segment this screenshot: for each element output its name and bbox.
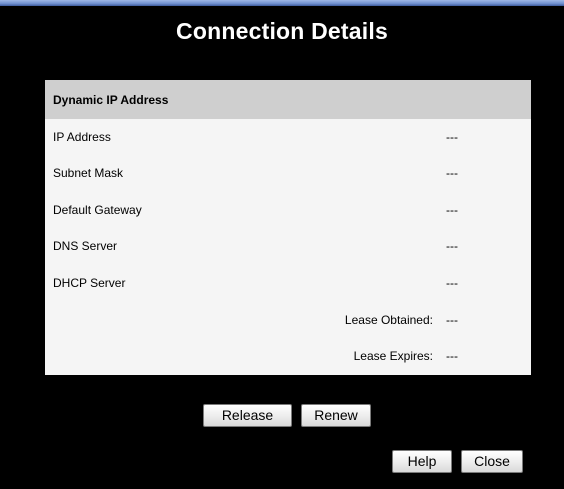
lease-expires-value: ---	[446, 349, 458, 363]
row-dns-server: DNS Server ---	[45, 237, 531, 257]
section-header: Dynamic IP Address	[45, 80, 531, 119]
help-button[interactable]: Help	[392, 450, 452, 473]
dns-server-value: ---	[446, 239, 458, 253]
page-title: Connection Details	[176, 18, 388, 44]
row-lease-expires: Lease Expires: ---	[45, 347, 531, 367]
release-button[interactable]: Release	[203, 404, 292, 427]
dhcp-server-label: DHCP Server	[53, 276, 126, 290]
lease-obtained-label: Lease Obtained:	[344, 313, 433, 327]
row-default-gateway: Default Gateway ---	[45, 201, 531, 221]
row-dhcp-server: DHCP Server ---	[45, 274, 531, 294]
section-header-label: Dynamic IP Address	[53, 93, 169, 107]
ip-address-label: IP Address	[53, 130, 111, 144]
connection-details-window: Connection Details Dynamic IP Address IP…	[0, 0, 564, 489]
dns-server-label: DNS Server	[53, 239, 118, 253]
close-button[interactable]: Close	[461, 450, 523, 473]
row-ip-address: IP Address ---	[45, 128, 531, 148]
subnet-mask-label: Subnet Mask	[53, 166, 124, 180]
row-lease-obtained: Lease Obtained: ---	[45, 311, 531, 331]
default-gateway-label: Default Gateway	[53, 203, 142, 217]
subnet-mask-value: ---	[446, 166, 458, 180]
dhcp-server-value: ---	[446, 276, 458, 290]
default-gateway-value: ---	[446, 203, 458, 217]
dynamic-ip-panel: Dynamic IP Address IP Address --- Subnet…	[45, 80, 531, 375]
ip-address-value: ---	[446, 130, 458, 144]
lease-obtained-value: ---	[446, 313, 458, 327]
lease-expires-label: Lease Expires:	[353, 349, 433, 363]
renew-button[interactable]: Renew	[301, 404, 371, 427]
window-title-bar	[0, 0, 564, 6]
row-subnet-mask: Subnet Mask ---	[45, 164, 531, 184]
